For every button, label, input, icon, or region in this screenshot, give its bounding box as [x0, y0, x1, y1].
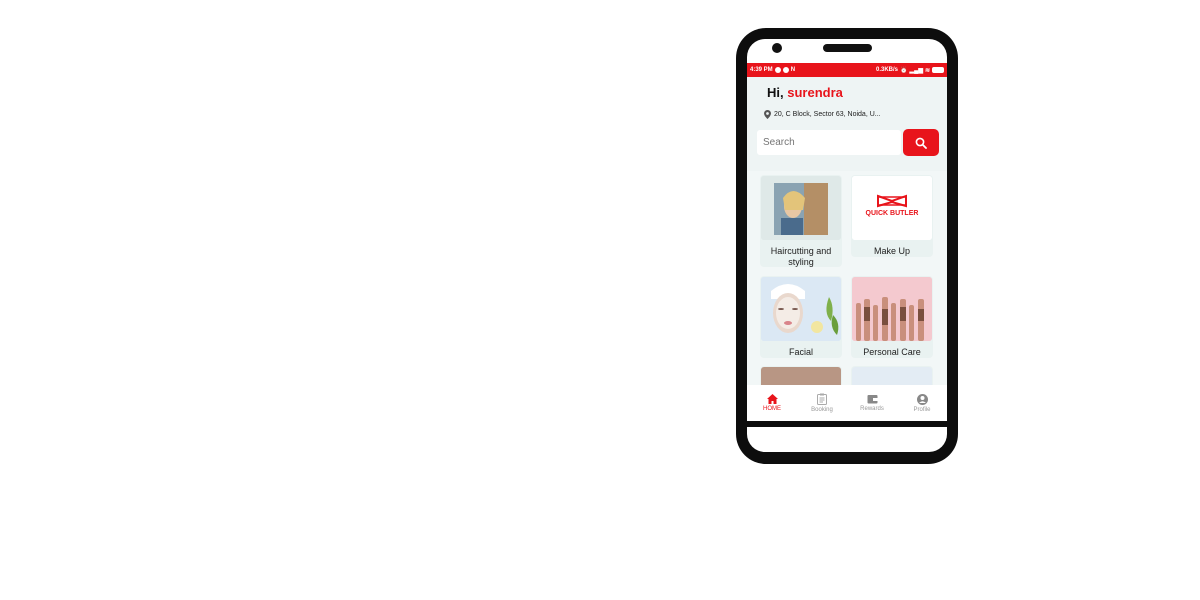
status-bar: 4:39 PM N 0.3KB/s ⏰ ▂▄▆ ≋: [747, 63, 947, 77]
nav-label: HOME: [763, 406, 781, 412]
camera-icon: [772, 43, 782, 53]
signal-icon: ▂▄▆: [909, 67, 923, 74]
quick-butler-logo: QUICK BUTLER: [852, 176, 932, 240]
personal-care-image: [852, 277, 932, 341]
nav-item-profile[interactable]: Profile: [898, 393, 946, 413]
category-card-facial[interactable]: Facial: [760, 276, 842, 358]
wifi-icon: ≋: [924, 67, 930, 74]
nav-item-rewards[interactable]: Rewards: [848, 394, 896, 412]
nav-label: Rewards: [860, 406, 884, 412]
category-grid: Haircutting and styling QUICK BUTLER Mak…: [747, 171, 947, 396]
location-pin-icon: [764, 110, 771, 119]
user-name: surendra: [787, 85, 843, 100]
home-icon: [766, 394, 778, 404]
skype-icon: [774, 67, 781, 73]
nav-label: Profile: [913, 406, 931, 413]
address-text: 20, C Block, Sector 63, Noida, U...: [774, 111, 881, 118]
network-speed: 0.3KB/s: [875, 67, 898, 73]
skype-icon: [782, 67, 789, 73]
clipboard-icon: [817, 393, 827, 405]
category-card-makeup[interactable]: QUICK BUTLER Make Up: [851, 175, 933, 257]
notification-icon: N: [790, 67, 796, 73]
app-screen: 4:39 PM N 0.3KB/s ⏰ ▂▄▆ ≋ Hi, surendra 2…: [747, 63, 947, 421]
phone-frame: 4:39 PM N 0.3KB/s ⏰ ▂▄▆ ≋ Hi, surendra 2…: [736, 28, 958, 464]
category-label: Personal Care: [863, 347, 921, 357]
search-bar: [757, 129, 939, 156]
category-card-haircutting[interactable]: Haircutting and styling: [760, 175, 842, 267]
category-card-personal-care[interactable]: Personal Care: [851, 276, 933, 358]
user-icon: [916, 393, 928, 405]
status-time: 4:39 PM: [750, 67, 773, 73]
nav-item-home[interactable]: HOME: [748, 394, 796, 412]
greeting: Hi, surendra: [767, 85, 843, 100]
greeting-prefix: Hi,: [767, 85, 784, 100]
phone-bottom-bezel: [747, 427, 947, 452]
nav-label: Booking: [811, 407, 833, 413]
logo-text: QUICK BUTLER: [865, 210, 919, 217]
haircutting-image: [761, 176, 841, 240]
search-input[interactable]: [757, 130, 901, 155]
category-label: Make Up: [873, 246, 910, 256]
alarm-icon: ⏰: [900, 67, 908, 74]
bottom-navigation: HOME Booking Rewards Profile: [747, 385, 947, 421]
search-button[interactable]: [903, 129, 939, 156]
wallet-icon: [867, 395, 877, 404]
battery-icon: [932, 67, 944, 73]
speaker-grille: [823, 44, 872, 52]
nav-item-booking[interactable]: Booking: [798, 393, 846, 413]
location-row[interactable]: 20, C Block, Sector 63, Noida, U...: [764, 110, 881, 119]
category-label: Facial: [788, 347, 813, 357]
facial-image: [761, 277, 841, 341]
app-header: Hi, surendra 20, C Block, Sector 63, Noi…: [747, 77, 947, 177]
category-label: Haircutting and styling: [770, 246, 832, 267]
search-icon: [915, 137, 927, 149]
